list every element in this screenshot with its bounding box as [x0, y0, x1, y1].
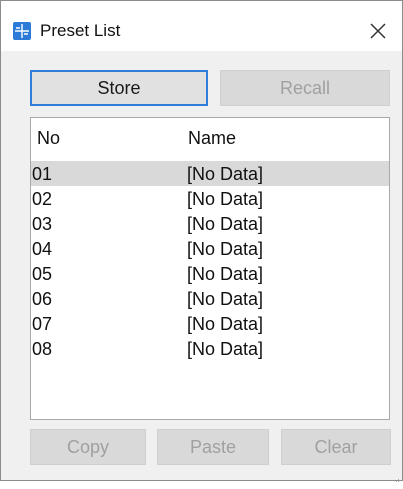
preset-table: No Name 01 [No Data] 02 [No Data] 03 [No…: [30, 117, 390, 420]
preset-list-window: Preset List Store Recall No Name 01 [No …: [0, 0, 403, 482]
preset-number: 03: [32, 214, 53, 234]
preset-name: [No Data]: [187, 164, 264, 184]
table-row[interactable]: 01 [No Data]: [31, 161, 389, 186]
title-bar: Preset List: [1, 1, 402, 51]
table-row[interactable]: 02 [No Data]: [31, 186, 389, 211]
preset-name: [No Data]: [187, 339, 264, 359]
resize-grip-icon[interactable]: [393, 471, 401, 482]
preset-number: 05: [32, 264, 53, 284]
close-icon[interactable]: [367, 20, 389, 42]
preset-number: 06: [32, 289, 53, 309]
table-body: 01 [No Data] 02 [No Data] 03 [No Data] 0…: [31, 161, 389, 361]
table-row[interactable]: 05 [No Data]: [31, 261, 389, 286]
column-header-no: No: [37, 128, 61, 148]
paste-button[interactable]: Paste: [157, 429, 269, 465]
preset-number: 01: [32, 164, 53, 184]
preset-name: [No Data]: [187, 264, 264, 284]
table-header: No Name: [31, 118, 389, 156]
recall-button[interactable]: Recall: [220, 70, 390, 106]
preset-name: [No Data]: [187, 189, 264, 209]
table-row[interactable]: 08 [No Data]: [31, 336, 389, 361]
preset-app-icon: [13, 22, 31, 40]
clear-button[interactable]: Clear: [281, 429, 391, 465]
table-row[interactable]: 03 [No Data]: [31, 211, 389, 236]
preset-number: 04: [32, 239, 53, 259]
table-row[interactable]: 04 [No Data]: [31, 236, 389, 261]
preset-name: [No Data]: [187, 214, 264, 234]
preset-number: 08: [32, 339, 53, 359]
window-title: Preset List: [40, 21, 121, 40]
copy-button[interactable]: Copy: [30, 429, 146, 465]
preset-name: [No Data]: [187, 239, 264, 259]
table-row[interactable]: 06 [No Data]: [31, 286, 389, 311]
preset-name: [No Data]: [187, 289, 264, 309]
table-row[interactable]: 07 [No Data]: [31, 311, 389, 336]
preset-name: [No Data]: [187, 314, 264, 334]
store-button[interactable]: Store: [30, 70, 208, 106]
column-header-name: Name: [188, 128, 237, 148]
preset-number: 07: [32, 314, 53, 334]
preset-number: 02: [32, 189, 53, 209]
